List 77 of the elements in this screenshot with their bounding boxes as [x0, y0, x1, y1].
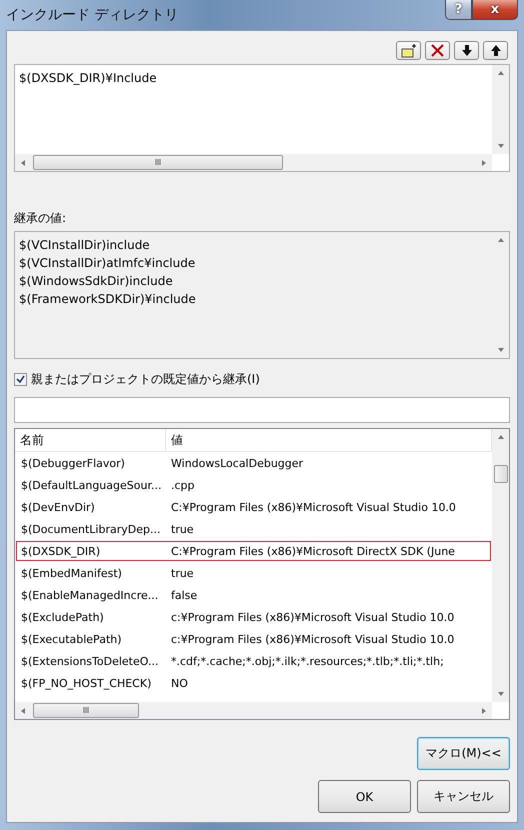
down-arrow-icon — [462, 45, 472, 56]
scroll-down-icon[interactable] — [496, 346, 504, 354]
macro-name: $(DebuggerFlavor) — [20, 456, 126, 470]
macro-name: $(ExcludePath) — [20, 610, 105, 624]
macro-name: $(EmbedManifest) — [20, 566, 123, 580]
check-icon — [16, 375, 25, 384]
macro-value: NO — [170, 676, 189, 690]
directory-editor[interactable]: $(DXSDK_DIR)¥Include — [14, 64, 510, 172]
scrollbar-thumb[interactable] — [33, 703, 139, 718]
directory-line: $(DXSDK_DIR)¥Include — [19, 70, 158, 87]
scroll-right-icon[interactable] — [480, 706, 488, 714]
macro-button[interactable]: マクロ(M)<< — [417, 737, 510, 770]
macro-row[interactable]: $(DXSDK_DIR) C:¥Program Files (x86)¥Microsoft DirectX SDK (June — [16, 541, 491, 561]
macro-value: c:¥Program Files (x86)¥Microsoft Visual Studio 10.0 — [170, 610, 456, 624]
scroll-up-icon[interactable] — [496, 69, 504, 77]
macro-name: $(DefaultLanguageSour... — [20, 478, 162, 492]
up-button[interactable] — [483, 41, 508, 60]
scrollbar-thumb[interactable] — [494, 465, 508, 483]
horizontal-scrollbar[interactable] — [15, 702, 492, 719]
delete-button[interactable] — [425, 41, 450, 60]
column-header[interactable]: 名前 — [15, 429, 166, 451]
vertical-scrollbar[interactable] — [492, 429, 509, 702]
macro-name: $(FP_NO_HOST_CHECK) — [20, 676, 152, 690]
macro-row[interactable]: $(ExtensionsToDeleteO... *.cdf;*.cache;*.obj;*.ilk;*.resources;*.tlb;*.tli;*.tlh; — [16, 651, 491, 671]
macro-row[interactable]: $(DevEnvDir) C:¥Program Files (x86)¥Microsoft Visual Studio 10.0 — [16, 497, 491, 517]
inherited-values-label: 継承の値: — [14, 210, 68, 227]
inherited-line: $(VCInstallDir)atlmfc¥include — [19, 255, 196, 272]
up-arrow-icon — [490, 45, 500, 56]
macro-value: WindowsLocalDebugger — [170, 456, 304, 470]
macro-row[interactable]: $(FP_NO_HOST_CHECK) NO — [16, 673, 491, 693]
macro-row[interactable]: $(EnableManagedIncre... false — [16, 585, 491, 605]
macro-row[interactable]: $(DefaultLanguageSour... .cpp — [16, 475, 491, 495]
macro-row[interactable]: $(ExcludePath) c:¥Program Files (x86)¥Microsoft Visual Studio 10.0 — [16, 607, 491, 627]
scroll-right-icon[interactable] — [480, 158, 488, 166]
inherit-checkbox-label: 親またはプロジェクトの既定値から継承(I) — [31, 371, 260, 388]
window-title: インクルード ディレクトリ — [6, 6, 178, 24]
macro-row[interactable]: $(DebuggerFlavor) WindowsLocalDebugger — [16, 453, 491, 473]
macro-value: true — [170, 566, 195, 580]
macro-name: $(DXSDK_DIR) — [20, 544, 102, 558]
ok-button[interactable]: OK — [318, 780, 411, 813]
delete-icon — [431, 44, 444, 57]
scroll-up-icon[interactable] — [496, 433, 504, 441]
cancel-button[interactable]: キャンセル — [417, 780, 510, 813]
scroll-up-icon[interactable] — [496, 236, 504, 244]
horizontal-scrollbar[interactable] — [15, 154, 492, 171]
inherited-line: $(WindowsSdkDir)include — [19, 273, 174, 290]
down-button[interactable] — [454, 41, 479, 60]
inherited-line: $(VCInstallDir)include — [19, 237, 151, 254]
scroll-left-icon[interactable] — [19, 158, 27, 166]
macro-value: true — [170, 522, 195, 536]
macro-name: $(ExecutablePath) — [20, 632, 123, 646]
scroll-down-icon[interactable] — [496, 142, 504, 150]
macro-name: $(ExtensionsToDeleteO... — [20, 654, 160, 668]
vertical-scrollbar[interactable] — [492, 65, 509, 154]
macro-name: $(DocumentLibraryDep... — [20, 522, 162, 536]
macro-row[interactable]: $(EmbedManifest) true — [16, 563, 491, 583]
new-folder-button[interactable] — [396, 41, 421, 60]
macro-name: $(DevEnvDir) — [20, 500, 96, 514]
macro-name: $(EnableManagedIncre... — [20, 588, 160, 602]
macro-value: *.cdf;*.cache;*.obj;*.ilk;*.resources;*.tlb;*.tli;*.tlh; — [170, 654, 445, 668]
macro-value: C:¥Program Files (x86)¥Microsoft DirectX SDK (June — [170, 544, 456, 558]
new-folder-icon — [400, 44, 416, 58]
macro-row[interactable]: $(ExecutablePath) c:¥Program Files (x86)¥Microsoft Visual Studio 10.0 — [16, 629, 491, 649]
inherit-checkbox[interactable] — [14, 373, 27, 386]
macro-row[interactable]: $(DocumentLibraryDep... true — [16, 519, 491, 539]
close-button[interactable]: x — [472, 0, 518, 20]
macro-value: false — [170, 588, 198, 602]
inherited-line: $(FrameworkSDKDir)¥include — [19, 291, 197, 308]
filter-field[interactable] — [14, 397, 510, 423]
grip-icon — [82, 707, 90, 713]
macro-value: .cpp — [170, 478, 196, 492]
scroll-left-icon[interactable] — [19, 706, 27, 714]
scroll-down-icon[interactable] — [496, 690, 504, 698]
scrollbar-thumb[interactable] — [33, 155, 283, 170]
macro-value: C:¥Program Files (x86)¥Microsoft Visual Studio 10.0 — [170, 500, 457, 514]
grip-icon — [154, 159, 162, 165]
macro-value: c:¥Program Files (x86)¥Microsoft Visual Studio 10.0 — [170, 632, 456, 646]
